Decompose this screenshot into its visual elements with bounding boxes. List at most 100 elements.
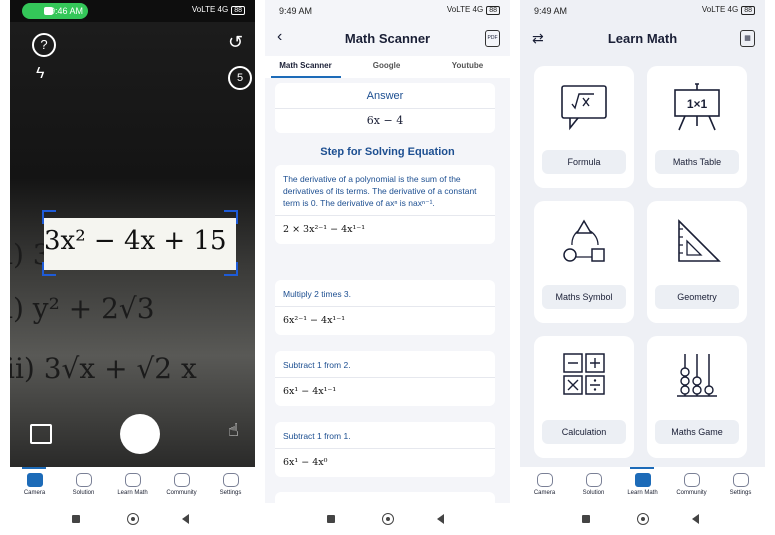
status-icons: VoLTE 4G 88 — [702, 5, 755, 15]
maths-table-icon: 1×1 — [667, 80, 727, 132]
crop-handle-bottom-left[interactable] — [42, 262, 56, 276]
learn-math-screen: 9:49 AM VoLTE 4G 88 ⇄ Learn Math ▦ Formul… — [520, 0, 765, 535]
back-button[interactable] — [182, 514, 189, 524]
nav-community[interactable]: Community — [157, 467, 206, 496]
nav-learn-math[interactable]: Learn Math — [618, 467, 667, 496]
card-calculation[interactable]: Calculation — [534, 336, 634, 458]
nav-settings[interactable]: Settings — [716, 467, 765, 496]
flash-off-icon[interactable]: ϟ — [36, 65, 44, 83]
bottom-nav: Camera Solution Learn Math Community Set… — [520, 467, 765, 503]
learn-math-icon — [634, 473, 651, 487]
step-description: Subtract 1 from 1. — [283, 431, 351, 441]
nav-solution[interactable]: Solution — [569, 467, 618, 496]
crop-area[interactable]: 3x² − 4x + 15 — [44, 218, 236, 270]
nav-solution[interactable]: Solution — [59, 467, 108, 496]
pdf-icon[interactable]: PDF — [485, 30, 500, 47]
active-tab-indicator — [271, 76, 341, 78]
nav-community[interactable]: Community — [667, 467, 716, 496]
camera-icon — [26, 473, 43, 487]
nav-learn-math[interactable]: Learn Math — [108, 467, 157, 496]
back-button[interactable] — [692, 514, 699, 524]
math-scanner-screen: 9:49 AM VoLTE 4G 88 ‹ Math Scanner PDF Ma… — [265, 0, 510, 535]
step-expression: 2 × 3x²⁻¹ − 4x¹⁻¹ — [275, 215, 495, 244]
card-label: Formula — [542, 150, 626, 174]
nav-camera[interactable]: Camera — [520, 467, 569, 496]
step-card-4: Subtract 1 from 1. 6x¹ − 4x⁰ — [275, 422, 495, 477]
card-maths-game[interactable]: Maths Game — [647, 336, 747, 458]
calculator-icon[interactable]: ▦ — [740, 30, 755, 47]
solution-icon — [585, 473, 602, 487]
card-formula[interactable]: Formula — [534, 66, 634, 188]
card-label: Maths Table — [655, 150, 739, 174]
step-card-1: The derivative of a polynomial is the su… — [275, 165, 495, 244]
calculation-icon — [554, 350, 614, 402]
shutter-button[interactable] — [120, 414, 160, 454]
status-time: 9:46 AM — [50, 6, 84, 16]
step-description: Multiply 2 times 3. — [283, 289, 352, 299]
svg-text:1×1: 1×1 — [687, 97, 708, 111]
bottom-nav: Camera Solution Learn Math Community Set… — [10, 467, 255, 503]
gesture-hand-icon[interactable]: ☝ — [228, 420, 239, 441]
page-title: Learn Math — [607, 31, 678, 46]
step-expression: 6x²⁻¹ − 4x¹⁻¹ — [275, 306, 495, 335]
back-button[interactable] — [437, 514, 444, 524]
crop-handle-top-right[interactable] — [224, 210, 238, 224]
card-geometry[interactable]: Geometry — [647, 201, 747, 323]
card-maths-symbol[interactable]: Maths Symbol — [534, 201, 634, 323]
system-nav-bar — [10, 503, 255, 535]
answer-value: 6x − 4 — [275, 108, 495, 133]
steps-title: Step for Solving Equation — [320, 146, 455, 158]
crop-handle-bottom-right[interactable] — [224, 262, 238, 276]
step-expression: 6x¹ − 4x⁰ — [275, 448, 495, 477]
camera-text-line-2: i) y² + 2√3 — [10, 292, 155, 325]
card-maths-table[interactable]: 1×1 Maths Table — [647, 66, 747, 188]
tab-google[interactable]: Google — [346, 61, 427, 70]
system-nav-bar — [520, 503, 765, 535]
tab-math-scanner[interactable]: Math Scanner — [265, 61, 346, 70]
answer-card: Answer 6x − 4 — [275, 83, 495, 133]
tab-bar: Math Scanner Google Youtube — [265, 56, 510, 78]
card-label: Maths Symbol — [542, 285, 626, 309]
system-nav-bar — [265, 503, 510, 535]
card-label: Maths Game — [655, 420, 739, 444]
community-icon — [683, 473, 700, 487]
step-description: The derivative of a polynomial is the su… — [283, 174, 477, 208]
app-header: ‹ Math Scanner PDF — [265, 22, 510, 56]
settings-icon — [732, 473, 749, 487]
app-header: ⇄ Learn Math ▦ — [520, 22, 765, 56]
status-icons: VoLTE 4G 88 — [447, 5, 500, 15]
home-button[interactable] — [127, 513, 139, 525]
solution-icon — [75, 473, 92, 487]
recents-button[interactable] — [72, 515, 80, 523]
history-icon[interactable]: ↺ — [228, 32, 243, 53]
camera-screen: 9:46 AM VoLTE 4G88 ? ↺ ϟ 5 i) 3x² − 4x +… — [10, 0, 255, 535]
crop-handle-top-left[interactable] — [42, 210, 56, 224]
step-card-3: Subtract 1 from 2. 6x¹ − 4x¹⁻¹ — [275, 351, 495, 406]
status-time: 9:49 AM — [279, 6, 313, 16]
step-description: Subtract 1 from 2. — [283, 360, 351, 370]
camera-icon — [536, 473, 553, 487]
home-button[interactable] — [382, 513, 394, 525]
card-label: Calculation — [542, 420, 626, 444]
formula-icon — [554, 80, 614, 132]
status-icons: VoLTE 4G 88 — [192, 5, 245, 15]
geometry-icon — [667, 215, 727, 267]
gallery-icon[interactable] — [30, 424, 52, 444]
step-expression: 6x¹ − 4x¹⁻¹ — [275, 377, 495, 406]
nav-settings[interactable]: Settings — [206, 467, 255, 496]
nav-camera[interactable]: Camera — [10, 467, 59, 496]
learn-math-icon — [124, 473, 141, 487]
step-card-2: Multiply 2 times 3. 6x²⁻¹ − 4x¹⁻¹ — [275, 280, 495, 335]
recents-button[interactable] — [582, 515, 590, 523]
history-count-badge[interactable]: 5 — [228, 66, 252, 90]
home-button[interactable] — [637, 513, 649, 525]
status-time: 9:49 AM — [534, 6, 568, 16]
recents-button[interactable] — [327, 515, 335, 523]
status-bar: 9:49 AM VoLTE 4G 88 — [520, 0, 765, 22]
tab-youtube[interactable]: Youtube — [427, 61, 508, 70]
camera-text-line-3: ii) 3√x + √2 x — [10, 352, 197, 385]
card-label: Geometry — [655, 285, 739, 309]
cropped-expression: 3x² − 4x + 15 — [44, 226, 227, 256]
help-icon[interactable]: ? — [32, 33, 56, 57]
community-icon — [173, 473, 190, 487]
